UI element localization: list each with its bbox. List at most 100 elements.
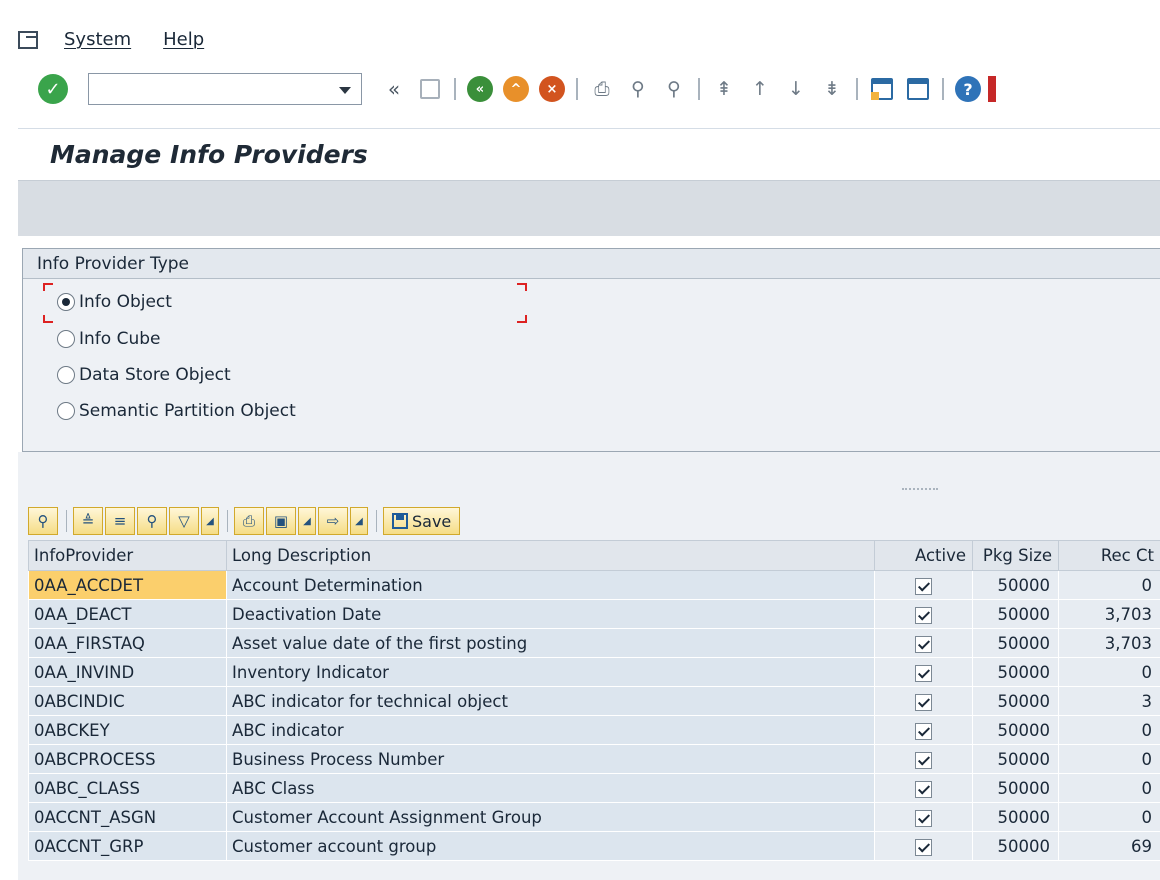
cell-infoprovider[interactable]: 0AA_INVIND: [28, 657, 227, 687]
views-dropdown-icon[interactable]: ◢: [298, 507, 316, 535]
table-row[interactable]: 0AA_FIRSTAQ Asset value date of the first…: [28, 628, 1160, 658]
back-icon[interactable]: «: [467, 76, 493, 102]
radio-button-selected[interactable]: [57, 293, 75, 311]
cell-long-description[interactable]: Asset value date of the first posting: [226, 628, 875, 658]
cell-infoprovider[interactable]: 0AA_FIRSTAQ: [28, 628, 227, 658]
radio-button[interactable]: [57, 402, 75, 420]
radio-button[interactable]: [57, 330, 75, 348]
last-page-icon[interactable]: ⇟: [819, 76, 845, 102]
active-checkbox[interactable]: [915, 577, 932, 595]
column-header-active[interactable]: Active: [874, 540, 973, 571]
active-checkbox[interactable]: [915, 722, 932, 740]
filter-dropdown-icon[interactable]: ◢: [201, 507, 219, 535]
shortcut-icon[interactable]: [905, 76, 931, 102]
cell-pkg-size[interactable]: 50000: [972, 744, 1059, 774]
cell-rec-ct[interactable]: 0: [1058, 657, 1160, 687]
column-header-pkg-size[interactable]: Pkg Size: [972, 540, 1059, 571]
find-icon[interactable]: ⚲: [625, 76, 651, 102]
active-checkbox[interactable]: [915, 838, 932, 856]
export-icon[interactable]: ⇨: [318, 507, 348, 535]
active-checkbox[interactable]: [915, 664, 932, 682]
chevron-down-icon[interactable]: [339, 87, 351, 94]
filter-icon[interactable]: ▽: [169, 507, 199, 535]
table-row[interactable]: 0ABCPROCESS Business Process Number 50000 0: [28, 744, 1160, 774]
table-row[interactable]: 0AA_INVIND Inventory Indicator 50000 0: [28, 657, 1160, 687]
cell-pkg-size[interactable]: 50000: [972, 715, 1059, 745]
cell-long-description[interactable]: Deactivation Date: [226, 599, 875, 629]
active-checkbox[interactable]: [915, 751, 932, 769]
print-icon[interactable]: ⎙: [234, 507, 264, 535]
cell-rec-ct[interactable]: 3: [1058, 686, 1160, 716]
cell-infoprovider[interactable]: 0ABCPROCESS: [28, 744, 227, 774]
active-checkbox[interactable]: [915, 809, 932, 827]
cell-pkg-size[interactable]: 50000: [972, 657, 1059, 687]
table-row[interactable]: 0ACCNT_ASGN Customer Account Assignment G…: [28, 802, 1160, 832]
cell-rec-ct[interactable]: 3,703: [1058, 599, 1160, 629]
cell-long-description[interactable]: ABC Class: [226, 773, 875, 803]
cell-rec-ct[interactable]: 3,703: [1058, 628, 1160, 658]
menu-item-help[interactable]: Help: [163, 29, 204, 50]
column-header-long-description[interactable]: Long Description: [226, 540, 875, 571]
previous-page-icon[interactable]: ↑: [747, 76, 773, 102]
cell-infoprovider[interactable]: 0AA_DEACT: [28, 599, 227, 629]
next-page-icon[interactable]: ↓: [783, 76, 809, 102]
collapse-toolbar-icon[interactable]: «: [381, 76, 407, 102]
radio-semantic-partition-object[interactable]: Semantic Partition Object: [57, 398, 296, 424]
cell-pkg-size[interactable]: 50000: [972, 686, 1059, 716]
cell-long-description[interactable]: Customer Account Assignment Group: [226, 802, 875, 832]
find-next-icon[interactable]: ⚲: [661, 76, 687, 102]
cell-pkg-size[interactable]: 50000: [972, 570, 1059, 600]
cell-rec-ct[interactable]: 0: [1058, 744, 1160, 774]
cell-infoprovider[interactable]: 0ABCINDIC: [28, 686, 227, 716]
sort-ascending-icon[interactable]: ≜: [73, 507, 103, 535]
cell-rec-ct[interactable]: 0: [1058, 773, 1160, 803]
splitter-handle[interactable]: [902, 488, 938, 490]
views-icon[interactable]: ▣: [266, 507, 296, 535]
sort-descending-icon[interactable]: ≡: [105, 507, 135, 535]
active-checkbox[interactable]: [915, 606, 932, 624]
cell-long-description[interactable]: ABC indicator for technical object: [226, 686, 875, 716]
table-row[interactable]: 0AA_ACCDET Account Determination 50000 0: [28, 570, 1160, 600]
column-header-rec-ct[interactable]: Rec Ct: [1058, 540, 1160, 571]
cell-long-description[interactable]: Customer account group: [226, 831, 875, 861]
cell-pkg-size[interactable]: 50000: [972, 599, 1059, 629]
cell-infoprovider[interactable]: 0ABC_CLASS: [28, 773, 227, 803]
active-checkbox[interactable]: [915, 780, 932, 798]
cell-pkg-size[interactable]: 50000: [972, 628, 1059, 658]
save-button[interactable]: Save: [383, 507, 461, 535]
active-checkbox[interactable]: [915, 693, 932, 711]
table-row[interactable]: 0ABCKEY ABC indicator 50000 0: [28, 715, 1160, 745]
save-icon[interactable]: [417, 76, 443, 102]
radio-button[interactable]: [57, 366, 75, 384]
cell-infoprovider[interactable]: 0ABCKEY: [28, 715, 227, 745]
cell-rec-ct[interactable]: 0: [1058, 570, 1160, 600]
cell-long-description[interactable]: Business Process Number: [226, 744, 875, 774]
table-row[interactable]: 0ACCNT_GRP Customer account group 50000 69: [28, 831, 1160, 861]
cell-infoprovider[interactable]: 0AA_ACCDET: [28, 570, 227, 600]
column-header-infoprovider[interactable]: InfoProvider: [28, 540, 227, 571]
export-dropdown-icon[interactable]: ◢: [350, 507, 368, 535]
cell-long-description[interactable]: Account Determination: [226, 570, 875, 600]
radio-data-store-object[interactable]: Data Store Object: [57, 362, 231, 388]
cell-infoprovider[interactable]: 0ACCNT_GRP: [28, 831, 227, 861]
table-row[interactable]: 0AA_DEACT Deactivation Date 50000 3,703: [28, 599, 1160, 629]
table-row[interactable]: 0ABC_CLASS ABC Class 50000 0: [28, 773, 1160, 803]
cell-rec-ct[interactable]: 0: [1058, 715, 1160, 745]
first-page-icon[interactable]: ⇞: [711, 76, 737, 102]
cell-rec-ct[interactable]: 69: [1058, 831, 1160, 861]
cell-long-description[interactable]: ABC indicator: [226, 715, 875, 745]
active-checkbox[interactable]: [915, 635, 932, 653]
create-session-icon[interactable]: [869, 76, 895, 102]
cell-pkg-size[interactable]: 50000: [972, 773, 1059, 803]
layout-menu-icon[interactable]: [988, 76, 996, 102]
cell-long-description[interactable]: Inventory Indicator: [226, 657, 875, 687]
cell-infoprovider[interactable]: 0ACCNT_ASGN: [28, 802, 227, 832]
help-icon[interactable]: ?: [955, 76, 981, 102]
exit-icon[interactable]: ^: [503, 76, 529, 102]
find-icon[interactable]: ⚲: [137, 507, 167, 535]
table-row[interactable]: 0ABCINDIC ABC indicator for technical obj…: [28, 686, 1160, 716]
cell-rec-ct[interactable]: 0: [1058, 802, 1160, 832]
cell-pkg-size[interactable]: 50000: [972, 831, 1059, 861]
menu-item-system[interactable]: System: [64, 29, 131, 50]
menu-icon[interactable]: [18, 30, 40, 49]
